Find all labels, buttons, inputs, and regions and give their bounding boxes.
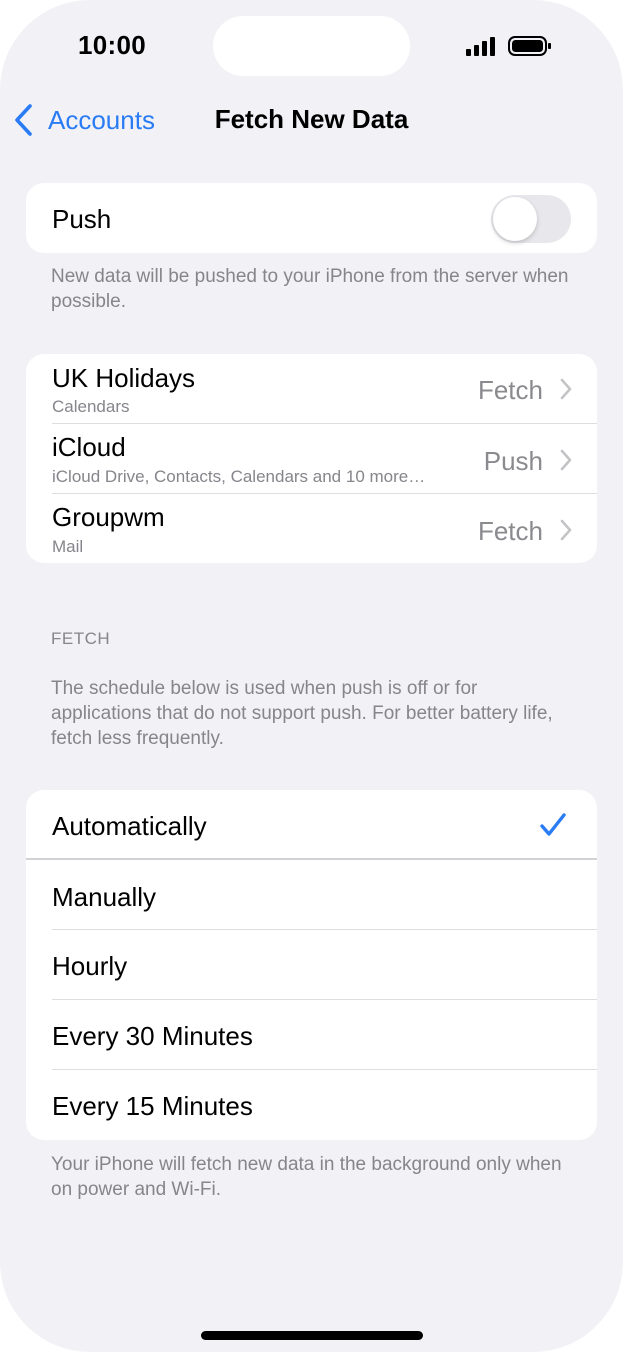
- option-label: Manually: [52, 882, 157, 912]
- account-detail: iCloud Drive, Contacts, Calendars and 10…: [52, 467, 426, 486]
- account-name: UK Holidays: [52, 363, 196, 393]
- account-fetch-mode: Fetch: [477, 516, 543, 546]
- chevron-right-icon: [560, 378, 572, 400]
- option-manually[interactable]: Manually: [26, 860, 597, 930]
- option-automatically[interactable]: Automatically: [26, 790, 597, 860]
- account-detail: Calendars: [52, 397, 130, 416]
- cellular-signal-icon: [466, 37, 495, 56]
- option-label: Every 30 Minutes: [52, 1021, 253, 1051]
- account-detail: Mail: [52, 537, 84, 556]
- accounts-card: UK Holidays Calendars Fetch iCloud iClou…: [26, 354, 597, 563]
- option-every-15-minutes[interactable]: Every 15 Minutes: [26, 1070, 597, 1140]
- fetch-footnote: Your iPhone will fetch new data in the b…: [51, 1154, 562, 1200]
- account-fetch-mode: Push: [483, 446, 543, 476]
- chevron-right-icon: [560, 519, 572, 541]
- checkmark-icon: [540, 813, 566, 836]
- option-every-30-minutes[interactable]: Every 30 Minutes: [26, 1000, 597, 1070]
- toggle-knob: [493, 197, 537, 241]
- fetch-section-header: FETCH: [51, 629, 111, 648]
- account-row-uk-holidays[interactable]: UK Holidays Calendars Fetch: [26, 354, 597, 424]
- push-label: Push: [52, 204, 112, 234]
- status-time: 10:00: [78, 30, 146, 60]
- battery-icon: [508, 36, 551, 56]
- option-label: Hourly: [52, 951, 128, 981]
- option-hourly[interactable]: Hourly: [26, 930, 597, 1000]
- chevron-right-icon: [560, 449, 572, 471]
- push-card: Push: [26, 183, 597, 253]
- push-toggle[interactable]: [491, 195, 571, 243]
- option-label: Every 15 Minutes: [52, 1091, 253, 1121]
- account-name: Groupwm: [52, 502, 165, 532]
- push-footnote: New data will be pushed to your iPhone f…: [51, 266, 569, 312]
- dynamic-island: [213, 16, 410, 76]
- account-fetch-mode: Fetch: [477, 375, 543, 405]
- page-title: Fetch New Data: [214, 104, 409, 134]
- account-row-groupwm[interactable]: Groupwm Mail Fetch: [26, 494, 597, 563]
- home-indicator[interactable]: [201, 1331, 423, 1340]
- account-row-icloud[interactable]: iCloud iCloud Drive, Contacts, Calendars…: [26, 424, 597, 494]
- option-label: Automatically: [52, 811, 207, 841]
- fetch-options-card: Automatically Manually Hourly Every 30 M…: [26, 790, 597, 1140]
- account-name: iCloud: [52, 432, 126, 462]
- push-row: Push: [26, 183, 597, 253]
- fetch-description: The schedule below is used when push is …: [51, 678, 553, 749]
- phone-screen: 10:00 Accounts Fetch New Data Push New d…: [0, 0, 623, 1352]
